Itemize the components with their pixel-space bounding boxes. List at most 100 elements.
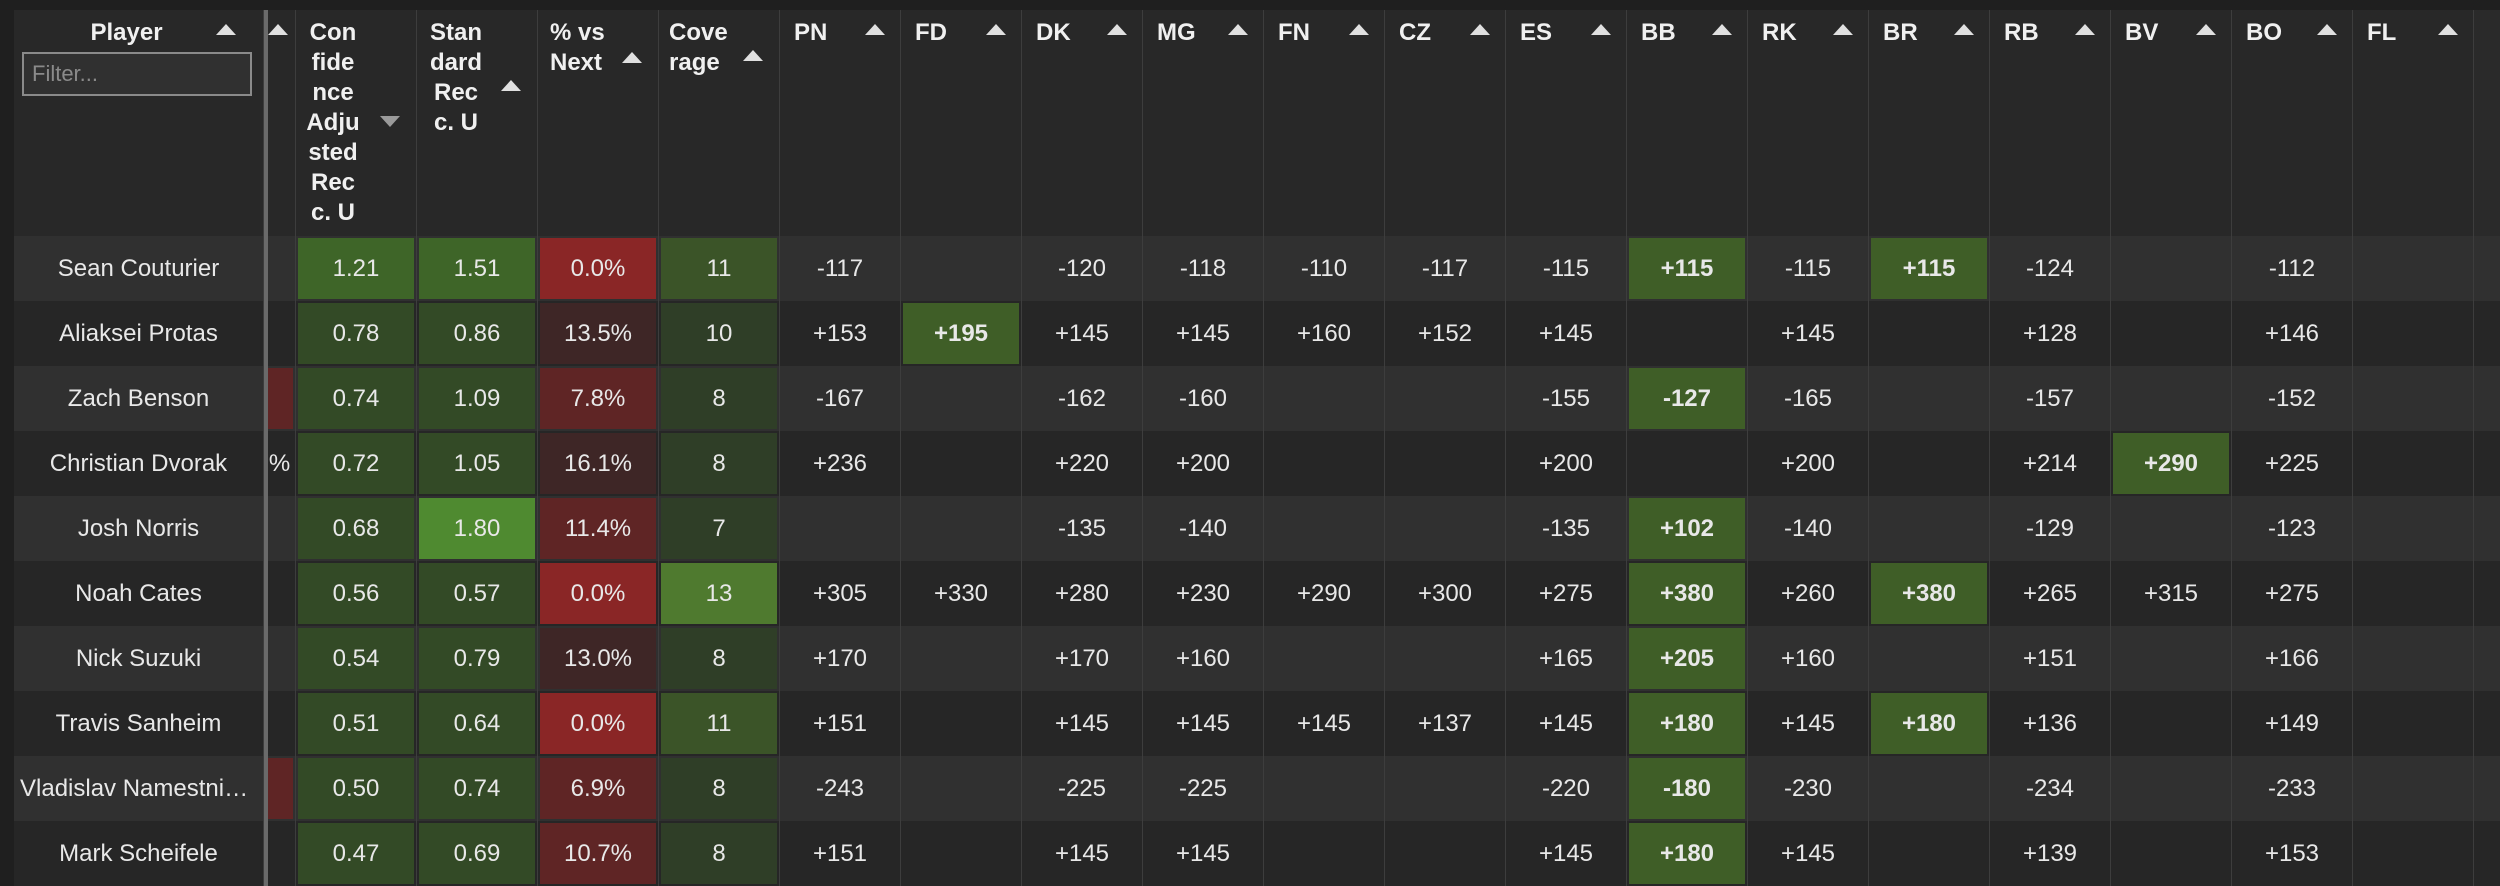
column-header-conf[interactable]: Confidence Adjusted Recc. U [296,10,417,236]
cell-es: -115 [1506,236,1627,301]
sort-ascending-icon[interactable] [1591,24,1611,35]
sort-ascending-icon[interactable] [2196,24,2216,35]
sort-ascending-icon[interactable] [622,52,642,63]
metric-value: 1.05 [419,433,535,494]
sort-descending-icon[interactable] [380,116,400,127]
table-row[interactable]: Travis Sanheim 0.51 0.64 0.0% 11 +151 +145 +145… [14,691,2500,756]
cell-cz: -117 [1385,236,1506,301]
cell-std: 1.05 [417,431,538,496]
cell-pn: +153 [780,301,901,366]
table-row[interactable]: Aliaksei Protas 0.78 0.86 13.5% 10 +153 +195 +1… [14,301,2500,366]
column-header-label: CZ [1399,19,1431,46]
cell-cz: +152 [1385,301,1506,366]
cell-bb: -127 [1627,366,1748,431]
cell-br [1869,626,1990,691]
column-header-fd[interactable]: FD [901,10,1022,236]
sort-ascending-icon[interactable] [1228,24,1248,35]
metric-value: 0.0% [540,563,656,624]
sort-ascending-icon[interactable] [1712,24,1732,35]
column-header-rb[interactable]: RB [1990,10,2111,236]
table-row[interactable]: Nick Suzuki 0.54 0.79 13.0% 8 +170 +170 +160 +16… [14,626,2500,691]
column-header-pn[interactable]: PN [780,10,901,236]
metric-value: 0.78 [298,303,414,364]
sort-ascending-icon[interactable] [2438,24,2458,35]
cell-conf: 1.21 [296,236,417,301]
column-header-dk[interactable]: DK [1022,10,1143,236]
cell-pn [780,496,901,561]
best-odds-value: +115 [1629,238,1745,299]
column-header-es[interactable]: ES [1506,10,1627,236]
cell-conf: 0.47 [296,821,417,886]
player-filter-input[interactable] [22,52,252,96]
cell-pn: +170 [780,626,901,691]
cell-fl [2353,301,2474,366]
cell-mg: -160 [1143,366,1264,431]
sort-ascending-icon[interactable] [743,50,763,61]
metric-value: 0.57 [419,563,535,624]
sort-ascending-icon[interactable] [1470,24,1490,35]
column-header-bo[interactable]: BO [2232,10,2353,236]
sort-ascending-icon[interactable] [1107,24,1127,35]
column-header-rk[interactable]: RK [1748,10,1869,236]
odds-grid: Player Confidence Adjusted Recc. U Standar… [14,10,2500,886]
cell-mg: -225 [1143,756,1264,821]
cell-rk: +260 [1748,561,1869,626]
table-row[interactable]: Christian Dvorak% 0.72 1.05 16.1% 8 +236 +220 +… [14,431,2500,496]
column-header-mg[interactable]: MG [1143,10,1264,236]
metric-value: 13 [661,563,777,624]
cell-mg: +145 [1143,691,1264,756]
column-header-label: BR [1883,19,1918,46]
cell-fd [901,431,1022,496]
table-row[interactable]: Sean Couturier 1.21 1.51 0.0% 11 -117 -120 -118… [14,236,2500,301]
cell-mg: +145 [1143,301,1264,366]
cell-fd [901,626,1022,691]
cell-bv [2111,756,2232,821]
sort-ascending-icon[interactable] [268,24,288,35]
table-row[interactable]: Zach Benson 0.74 1.09 7.8% 8 -167 -162 -160 -155… [14,366,2500,431]
best-odds-value: +290 [2113,433,2229,494]
column-header-std[interactable]: Standard Recc. U [417,10,538,236]
sort-ascending-icon[interactable] [501,80,521,91]
cell-fn: +145 [1264,691,1385,756]
cell-fd: +330 [901,561,1022,626]
metric-value: 0.64 [419,693,535,754]
sort-ascending-icon[interactable] [216,24,236,35]
table-row[interactable]: Josh Norris 0.68 1.80 11.4% 7 -135 -140 -135 +10… [14,496,2500,561]
table-row[interactable]: Mark Scheifele 0.47 0.69 10.7% 8 +151 +145 +145… [14,821,2500,886]
sort-ascending-icon[interactable] [1833,24,1853,35]
cell-es: -220 [1506,756,1627,821]
sort-ascending-icon[interactable] [2317,24,2337,35]
cell-fn [1264,366,1385,431]
column-header-player[interactable]: Player [14,10,264,236]
frozen-column-divider[interactable] [264,10,268,886]
column-header-bv[interactable]: BV [2111,10,2232,236]
best-odds-value: +102 [1629,498,1745,559]
sort-ascending-icon[interactable] [986,24,1006,35]
column-header-bb[interactable]: BB [1627,10,1748,236]
sort-ascending-icon[interactable] [1349,24,1369,35]
cell-rb: +265 [1990,561,2111,626]
column-header-fn[interactable]: FN [1264,10,1385,236]
cell-pct: 13.5% [538,301,659,366]
sort-ascending-icon[interactable] [2075,24,2095,35]
cell-bb: +180 [1627,821,1748,886]
column-header-pct[interactable]: % vs Next [538,10,659,236]
cell-cz [1385,496,1506,561]
sort-ascending-icon[interactable] [1954,24,1974,35]
column-header-label: % vs Next [550,19,605,76]
cell-cov: 8 [659,821,780,886]
column-header-cz[interactable]: CZ [1385,10,1506,236]
cell-cz [1385,366,1506,431]
best-odds-value: +380 [1871,563,1987,624]
column-header-cov[interactable]: Coverage [659,10,780,236]
column-header-fl[interactable]: FL [2353,10,2474,236]
metric-value: 0.72 [298,433,414,494]
column-header-br[interactable]: BR [1869,10,1990,236]
table-row[interactable]: Noah Cates 0.56 0.57 0.0% 13 +305 +330 +280 +230… [14,561,2500,626]
table-row[interactable]: Vladislav Namestnikov 0.50 0.74 6.9% 8 -243 -2… [14,756,2500,821]
cell-std: 1.80 [417,496,538,561]
column-header-label: Coverage [669,19,728,76]
sort-ascending-icon[interactable] [865,24,885,35]
column-header-edge[interactable] [264,10,296,236]
cell-edge [264,496,296,561]
